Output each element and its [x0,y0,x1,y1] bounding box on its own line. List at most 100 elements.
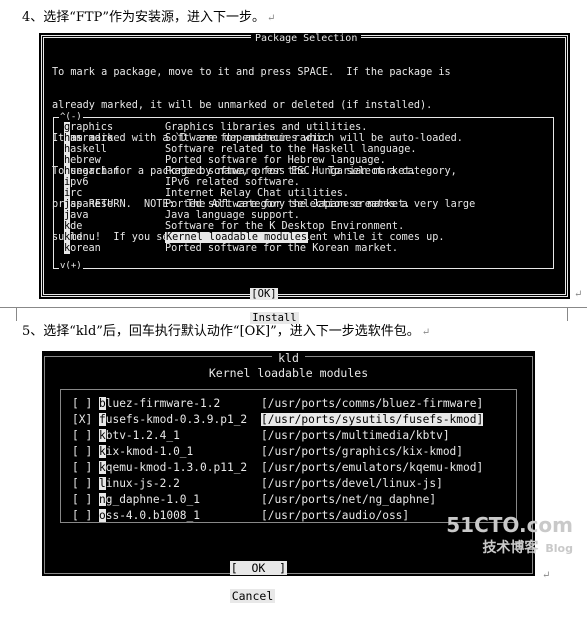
package-path: [/usr/ports/comms/bluez-firmware] [260,397,484,410]
package-row[interactable]: [ ] kix-kmod-1.0_1 [/usr/ports/graphics/k… [72,445,463,458]
package-name: kqemu-kmod-1.3.0.p11_2 [98,461,248,474]
category-name: irc [64,188,83,199]
package-row[interactable]: [ ] kqemu-kmod-1.3.0.p11_2 [/usr/ports/em… [72,461,483,474]
category-desc: IPv6 related software. [165,177,300,188]
button-bar: [ OK ] Cancel [202,547,288,617]
category-name: ipv6 [64,177,89,188]
watermark-blog: Blog [545,542,573,555]
package-row[interactable]: [ ] oss-4.0.b1008_1 [/usr/ports/audio/oss… [72,509,409,522]
package-checkbox[interactable]: [ ] [72,429,92,442]
hotkey-letter: j [64,210,71,221]
hotkey-letter: b [98,397,106,410]
category-name: graphics [64,122,114,133]
hotkey-letter: h [64,155,71,166]
return-mark-icon: ↵ [267,13,276,24]
page-corner-mark [567,307,568,321]
hotkey-letter: k [98,429,106,442]
hotkey-letter: h [64,166,71,177]
package-path: [/usr/ports/graphics/kix-kmod] [260,445,464,458]
hotkey-letter: h [64,144,71,155]
package-checkbox[interactable]: [ ] [72,461,92,474]
return-mark-icon: ↵ [542,570,551,581]
package-checkbox[interactable]: [ ] [72,397,92,410]
category-desc: Graphics libraries and utilities. [165,122,368,133]
package-path: [/usr/ports/devel/linux-js] [260,477,443,490]
category-desc: Software related to the Haskell language… [165,144,417,155]
package-name: fusefs-kmod-0.3.9.p1_2 [98,413,248,426]
ok-button[interactable]: [OK] [250,288,278,300]
package-checkbox[interactable]: [X] [72,413,92,426]
package-row[interactable]: [ ] ng_daphne-1.0_1 [/usr/ports/net/ng_da… [72,493,436,506]
package-path: [/usr/ports/emulators/kqemu-kmod] [260,461,484,474]
package-checkbox[interactable]: [ ] [72,445,92,458]
hotkey-letter: k [64,221,71,232]
package-row-selected[interactable]: [X] fusefs-kmod-0.3.9.p1_2 [/usr/ports/sy… [72,413,484,426]
hotkey-letter: h [64,133,71,144]
category-desc: Software for amateur radio. [165,133,331,144]
category-name: hebrew [64,155,101,166]
package-row[interactable]: [ ] kbtv-1.2.4_1 [/usr/ports/multimedia/k… [72,429,450,442]
category-name: kde [64,221,83,232]
category-name: haskell [64,144,107,155]
package-checkbox[interactable]: [ ] [72,477,92,490]
hotkey-letter: k [64,243,71,254]
category-desc: Ported software for Hebrew language. [165,155,386,166]
package-name: ng_daphne-1.0_1 [98,493,201,506]
package-name: kbtv-1.2.4_1 [98,429,180,442]
step4-caption: 4、选择“FTP”作为安装源，进入下一步。 ↵ [22,6,275,25]
category-desc: Internet Relay Chat utilities. [165,188,350,199]
category-desc: Java language support. [165,210,300,221]
dialog-subtitle: Kernel loadable modules [208,366,369,380]
category-name: hungarian [64,166,120,177]
hotkey-letter: o [98,509,106,522]
category-name: hamradio [64,133,114,144]
package-selection-screen: Package Selection To mark a package, mov… [39,33,570,324]
hotkey-letter: j [64,199,71,210]
category-name: kld [64,232,83,243]
package-row[interactable]: [ ] linux-js-2.2 [/usr/ports/devel/linux-… [72,477,443,490]
package-path: [/usr/ports/audio/oss] [260,509,410,522]
hotkey-letter: l [98,477,106,490]
hotkey-letter: n [98,493,106,506]
category-name: java [64,210,89,221]
site-watermark-logo: 51CTO.com 技术博客 Blog [446,515,573,559]
hotkey-letter: k [98,445,106,458]
page-corner-mark [16,307,17,321]
category-desc: Kernel loadable modules [165,232,309,243]
watermark-sub: 技术博客 [482,540,539,556]
dialog-title: kld [42,351,535,365]
step5-caption-text: 5、选择“kld”后，回车执行默认动作“[OK]”，进入下一步选软件包。 [22,324,420,339]
hotkey-letter: f [98,413,106,426]
category-desc: Ported software for the Japanese market. [165,199,411,210]
package-checkbox[interactable]: [ ] [72,493,92,506]
step5-caption: 5、选择“kld”后，回车执行默认动作“[OK]”，进入下一步选软件包。 ↵ [22,320,430,339]
hotkey-letter: i [64,177,71,188]
step4-caption-text: 4、选择“FTP”作为安装源，进入下一步。 [22,10,266,25]
ok-button[interactable]: [ OK ] [229,561,288,575]
category-desc: Software for the K Desktop Environment. [165,221,405,232]
scroll-down-indicator[interactable]: v(+) [59,262,83,271]
category-name: korean [64,243,101,254]
category-desc: Ported software for the Hungarian market… [165,166,417,177]
package-path: [/usr/ports/multimedia/kbtv] [260,429,450,442]
package-row[interactable]: [ ] bluez-firmware-1.2 [/usr/ports/comms/… [72,397,483,410]
intro-line: already marked, it will be unmarked or d… [52,100,433,111]
package-name: bluez-firmware-1.2 [98,397,221,410]
watermark-line: 51CTO.com [446,513,573,537]
hotkey-letter: k [98,461,106,474]
package-checkbox[interactable]: [ ] [72,509,92,522]
return-mark-icon: ↵ [421,327,431,338]
cancel-button[interactable]: Cancel [229,589,276,603]
scroll-up-indicator[interactable]: ^(-) [59,113,83,122]
package-path: [/usr/ports/net/ng_daphne] [260,493,437,506]
dialog-title-text: kld [272,351,305,365]
hotkey-letter: g [64,122,71,133]
hotkey-letter: i [64,188,71,199]
package-path: [/usr/ports/sysutils/fusefs-kmod] [260,413,484,426]
package-name: linux-js-2.2 [98,477,180,490]
hotkey-letter: k [64,232,71,243]
category-name: japanese [64,199,114,210]
watermark-line: 技术博客 Blog [446,535,573,559]
return-mark-icon: ↵ [574,289,583,300]
page-divider [0,307,587,308]
